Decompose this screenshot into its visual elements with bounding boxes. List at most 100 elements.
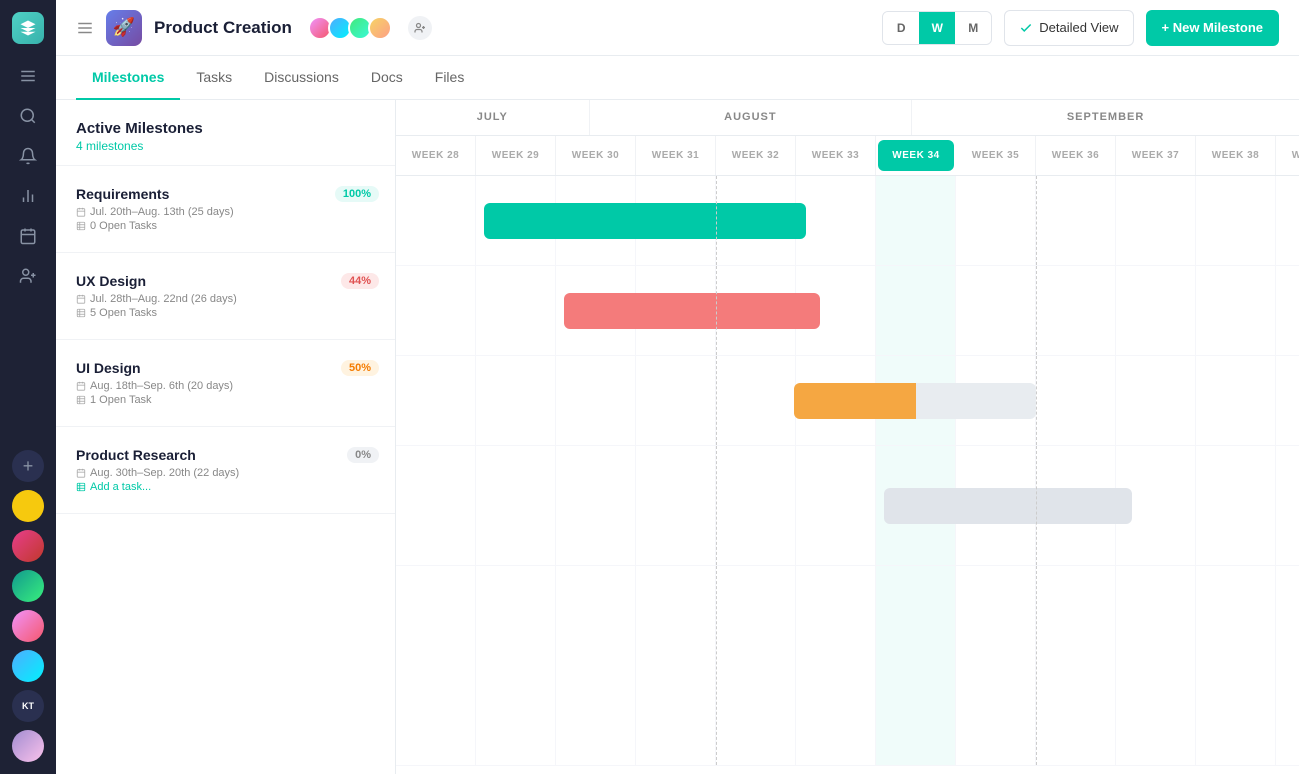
sidebar: + KT (0, 0, 56, 774)
tab-bar: Milestones Tasks Discussions Docs Files (56, 56, 1299, 100)
week-38: WEEK 38 (1196, 136, 1276, 175)
tab-discussions[interactable]: Discussions (248, 56, 355, 100)
bar-requirements[interactable] (484, 203, 806, 239)
sidebar-avatar-7[interactable] (12, 730, 44, 762)
app-logo[interactable] (12, 12, 44, 44)
gantt-row-ui-design (396, 356, 1299, 446)
cell-w30 (556, 446, 636, 565)
bar-ux-design[interactable] (564, 293, 820, 329)
milestone-item-ux-design[interactable]: UX Design Jul. 28th–Aug. 22nd (26 days) … (56, 253, 395, 340)
cell-w35 (956, 176, 1036, 265)
cell-w38 (1196, 266, 1276, 355)
bell-icon[interactable] (12, 140, 44, 172)
milestone-item-product-research[interactable]: Product Research Aug. 30th–Sep. 20th (22… (56, 427, 395, 514)
milestone-name: Requirements (76, 186, 375, 202)
cell-w38 (1196, 446, 1276, 565)
add-user-icon[interactable] (12, 260, 44, 292)
chart-icon[interactable] (12, 180, 44, 212)
month-view-button[interactable]: M (955, 12, 991, 44)
sidebar-avatar-4[interactable] (12, 610, 44, 642)
cell-w39 (1276, 356, 1299, 445)
bar-product-research[interactable] (884, 488, 1132, 524)
cell-w33 (796, 566, 876, 765)
milestone-tasks: 1 Open Task (76, 394, 375, 406)
milestone-item-requirements[interactable]: Requirements Jul. 20th–Aug. 13th (25 day… (56, 166, 395, 253)
milestone-dates: Jul. 20th–Aug. 13th (25 days) (76, 206, 375, 218)
cell-w34 (876, 566, 956, 765)
sidebar-avatar-1[interactable] (12, 490, 44, 522)
cell-w39 (1276, 266, 1299, 355)
milestone-add-task[interactable]: Add a task... (76, 481, 375, 493)
cell-w37 (1116, 566, 1196, 765)
sidebar-avatar-5[interactable] (12, 650, 44, 682)
tab-files[interactable]: Files (419, 56, 481, 100)
cell-w29 (476, 266, 556, 355)
tab-milestones[interactable]: Milestones (76, 56, 180, 100)
bar-ui-design-remaining[interactable] (916, 383, 1036, 419)
gantt-chart-panel: JULY AUGUST SEPTEMBER WEEK 28 WEEK 29 WE… (396, 100, 1299, 774)
cell-w35 (956, 266, 1036, 355)
week-29: WEEK 29 (476, 136, 556, 175)
detailed-view-label: Detailed View (1039, 20, 1118, 35)
tab-docs[interactable]: Docs (355, 56, 419, 100)
menu-button[interactable] (76, 19, 94, 37)
gantt-rows (396, 176, 1299, 766)
add-workspace-button[interactable]: + (12, 450, 44, 482)
cell-w30 (556, 356, 636, 445)
month-august: AUGUST (590, 100, 913, 135)
milestone-dates: Aug. 30th–Sep. 20th (22 days) (76, 467, 375, 479)
cell-w32 (716, 446, 796, 565)
milestones-header: Active Milestones 4 milestones (56, 100, 395, 166)
sidebar-avatar-2[interactable] (12, 530, 44, 562)
gantt-row-empty (396, 566, 1299, 766)
search-icon[interactable] (12, 100, 44, 132)
new-milestone-button[interactable]: + New Milestone (1146, 10, 1280, 46)
main-area: 🚀 Product Creation D W M Detailed View +… (56, 0, 1299, 774)
day-view-button[interactable]: D (883, 12, 919, 44)
week-34-current: WEEK 34 (878, 140, 954, 171)
top-nav: 🚀 Product Creation D W M Detailed View +… (56, 0, 1299, 56)
sidebar-avatar-3[interactable] (12, 570, 44, 602)
milestone-name: UI Design (76, 360, 375, 376)
week-31: WEEK 31 (636, 136, 716, 175)
gantt-row-product-research (396, 446, 1299, 566)
add-member-button[interactable] (408, 16, 432, 40)
cell-w39 (1276, 566, 1299, 765)
week-32: WEEK 32 (716, 136, 796, 175)
cell-w28 (396, 266, 476, 355)
cell-w36 (1036, 176, 1116, 265)
cell-w34 (876, 176, 956, 265)
week-view-button[interactable]: W (919, 12, 955, 44)
cell-w31 (636, 356, 716, 445)
milestone-tasks: 5 Open Tasks (76, 307, 375, 319)
add-task-link[interactable]: Add a task... (90, 481, 151, 493)
detailed-view-button[interactable]: Detailed View (1004, 10, 1133, 46)
cell-w38 (1196, 566, 1276, 765)
cell-w36 (1036, 356, 1116, 445)
tab-tasks[interactable]: Tasks (180, 56, 248, 100)
date-range: Jul. 28th–Aug. 22nd (26 days) (90, 293, 237, 305)
calendar-icon[interactable] (12, 220, 44, 252)
date-range: Aug. 18th–Sep. 6th (20 days) (90, 380, 233, 392)
project-icon: 🚀 (106, 10, 142, 46)
milestone-item-ui-design[interactable]: UI Design Aug. 18th–Sep. 6th (20 days) 1… (56, 340, 395, 427)
date-range: Jul. 20th–Aug. 13th (25 days) (90, 206, 234, 218)
cell-w32 (716, 356, 796, 445)
sidebar-avatar-6[interactable]: KT (12, 690, 44, 722)
cell-w39 (1276, 176, 1299, 265)
bar-ui-design-done[interactable] (794, 383, 916, 419)
project-members (308, 16, 392, 40)
cell-w29 (476, 446, 556, 565)
cell-w39 (1276, 446, 1299, 565)
hamburger-icon[interactable] (12, 60, 44, 92)
milestones-title: Active Milestones (76, 120, 375, 137)
date-range: Aug. 30th–Sep. 20th (22 days) (90, 467, 239, 479)
cell-w38 (1196, 176, 1276, 265)
month-july: JULY (396, 100, 590, 135)
week-36: WEEK 36 (1036, 136, 1116, 175)
week-33: WEEK 33 (796, 136, 876, 175)
progress-badge: 100% (335, 186, 379, 202)
progress-badge: 44% (341, 273, 379, 289)
cell-w30 (556, 566, 636, 765)
week-37: WEEK 37 (1116, 136, 1196, 175)
